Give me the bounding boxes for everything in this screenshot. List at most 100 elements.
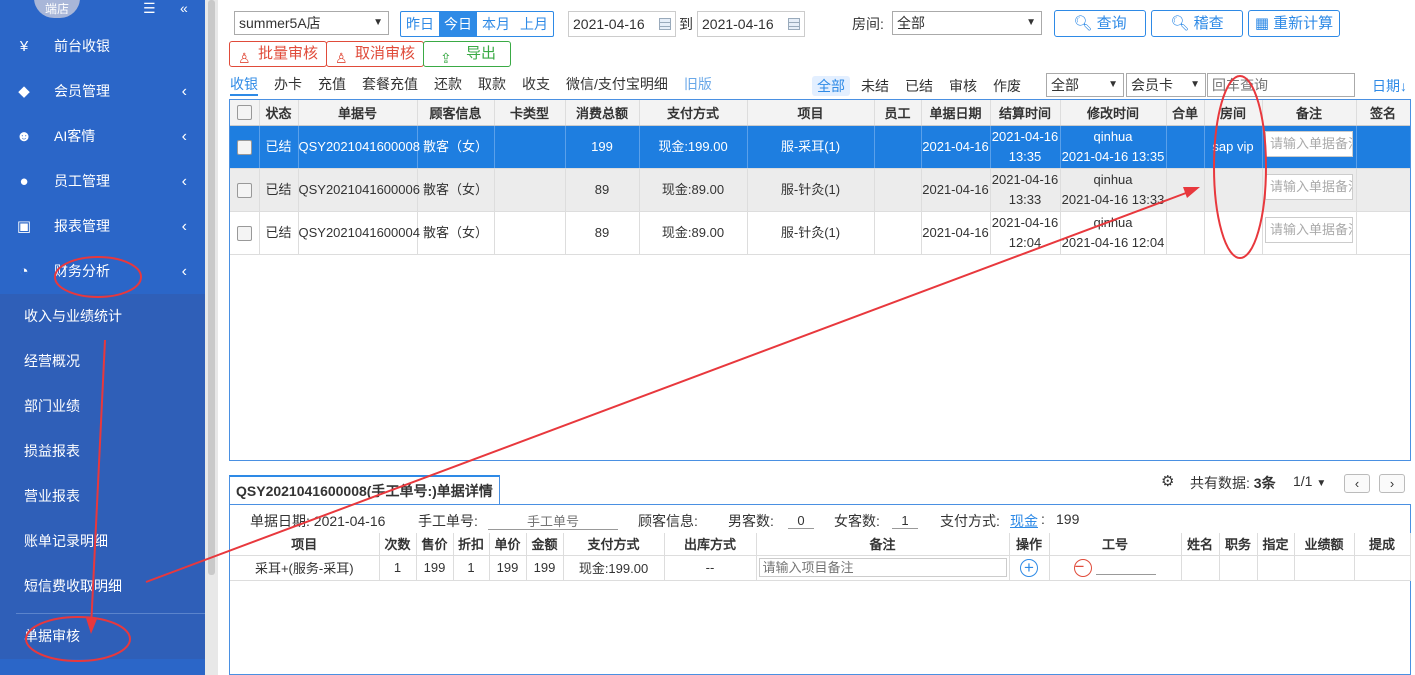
submenu-item[interactable]: 部门业绩 xyxy=(0,384,205,429)
submenu-item[interactable]: 经营概况 xyxy=(0,339,205,384)
modified-at: 2021-04-16 13:33 xyxy=(1061,191,1165,207)
calendar-icon[interactable] xyxy=(659,18,671,30)
detail-panel: 单据日期: 2021-04-16 手工单号: 顾客信息: 男客数: 0 女客数:… xyxy=(229,504,1411,675)
table-row[interactable]: 已结 QSY2021041600006 散客（女） 89 现金:89.00 服-针灸(1)… xyxy=(230,168,1410,212)
table-row[interactable]: 已结 QSY2021041600008 散客（女） 199 现金:199.00 服-采耳(… xyxy=(230,125,1410,169)
chevron-left-icon: ‹ xyxy=(181,83,187,100)
audit-button[interactable]: 🔍︎ 稽查 xyxy=(1151,10,1243,37)
sort-by-date-link[interactable]: 日期↓ xyxy=(1372,76,1407,96)
sidebar-item-2[interactable]: ☻ AI客情 ‹ xyxy=(0,114,205,159)
collapse-icon[interactable]: « xyxy=(180,0,188,16)
quick-range-button[interactable]: 昨日 xyxy=(401,12,439,36)
total-cell: 199 xyxy=(565,125,640,169)
status-select-value: 全部 xyxy=(1051,77,1079,93)
row-select-cell xyxy=(230,168,260,212)
sidebar-top: 端店 ☰ « xyxy=(0,0,205,24)
manual-no-input[interactable] xyxy=(488,513,618,530)
receipt-note-input[interactable]: 请输入单据备注 xyxy=(1265,130,1353,157)
quick-range-button[interactable]: 今日 xyxy=(439,12,477,36)
store-select[interactable]: summer5A店 ▼ xyxy=(234,11,389,35)
tab-record-type[interactable]: 充值 xyxy=(318,72,346,96)
prev-page-button[interactable]: ‹ xyxy=(1344,474,1370,493)
column-header: 卡类型 xyxy=(494,100,566,126)
select-all-checkbox[interactable] xyxy=(236,105,252,121)
staff-no-input[interactable] xyxy=(1095,561,1156,576)
search-button[interactable]: 🔍︎ 查询 xyxy=(1054,10,1146,37)
sidebar-item-3[interactable]: ● 员工管理 ‹ xyxy=(0,159,205,204)
filter-tab[interactable]: 审核 xyxy=(944,76,982,96)
submenu-item[interactable]: 账单记录明细 xyxy=(0,519,205,564)
sidebar-scrollbar[interactable] xyxy=(205,0,218,675)
detail-row[interactable]: 采耳+(服务-采耳) 1 199 1 199 199 现金:199.00 -- … xyxy=(230,555,1411,581)
row-checkbox[interactable] xyxy=(236,139,252,155)
row-checkbox[interactable] xyxy=(236,182,252,198)
export-button[interactable]: ⇪ 导出 xyxy=(423,41,512,67)
quick-range-button[interactable]: 上月 xyxy=(515,12,553,36)
page-select[interactable]: 1/1 ▼ xyxy=(1293,473,1326,489)
item-note-input[interactable] xyxy=(758,558,1007,577)
tab-record-type[interactable]: 办卡 xyxy=(274,72,302,96)
submenu-item[interactable]: 收入与业绩统计 xyxy=(0,294,205,339)
room-select[interactable]: 全部 ▼ xyxy=(892,11,1042,35)
detail-tab[interactable]: QSY2021041600008(手工单号:)单据详情 xyxy=(229,475,500,505)
sidebar-item-5[interactable]: ◔ 财务分析 ‹ xyxy=(0,249,205,294)
tab-record-type[interactable]: 收支 xyxy=(522,72,550,96)
cancel-audit-label: 取消审核 xyxy=(355,45,416,62)
card-type-cell xyxy=(494,211,566,255)
filter-tab[interactable]: 未结 xyxy=(856,76,894,96)
column-header: 签名 xyxy=(1356,100,1410,126)
receipt-note-input[interactable]: 请输入单据备注 xyxy=(1265,173,1353,200)
room-cell xyxy=(1204,168,1263,212)
gear-icon[interactable]: ⚙ xyxy=(1161,472,1174,490)
receipt-note-input[interactable]: 请输入单据备注 xyxy=(1265,216,1353,243)
filter-tab[interactable]: 作废 xyxy=(988,76,1026,96)
submenu-item[interactable]: 损益报表 xyxy=(0,429,205,474)
status-cell: 已结 xyxy=(259,125,299,169)
filter-tab[interactable]: 已结 xyxy=(900,76,938,96)
customer-cell: 散客（女） xyxy=(417,125,495,169)
search-input[interactable] xyxy=(1207,73,1355,97)
male-count-input[interactable]: 0 xyxy=(788,513,814,529)
submenu-item[interactable]: 短信费收取明细 xyxy=(0,564,205,609)
pay-method-label: 支付方式: xyxy=(940,513,1000,529)
old-version-link[interactable]: 旧版 xyxy=(684,72,712,96)
detail-column-header: 项目 xyxy=(230,533,380,556)
card-type-select[interactable]: 会员卡号▼ xyxy=(1126,73,1206,115)
quick-range-button[interactable]: 本月 xyxy=(477,12,515,36)
customer-info-label: 顾客信息: xyxy=(638,513,698,529)
tab-record-type[interactable]: 微信/支付宝明细 xyxy=(566,72,668,96)
pay-method-link[interactable]: 现金 xyxy=(1010,511,1038,531)
tab-record-type[interactable]: 还款 xyxy=(434,72,462,96)
status-select[interactable]: 全部 ▼ xyxy=(1046,73,1124,97)
submenu-item-receipt-audit[interactable]: 单据审核 xyxy=(0,614,205,659)
sidebar-scroll-thumb[interactable] xyxy=(208,0,215,575)
tab-record-type[interactable]: 收银 xyxy=(230,72,258,96)
add-staff-icon[interactable]: + xyxy=(1020,558,1038,577)
batch-audit-button[interactable]: ♙ 批量审核 xyxy=(229,41,328,67)
modified-at: 2021-04-16 13:35 xyxy=(1061,148,1165,164)
tab-record-type[interactable]: 套餐充值 xyxy=(362,72,418,96)
tab-record-type[interactable]: 取款 xyxy=(478,72,506,96)
filter-tab[interactable]: 全部 xyxy=(812,76,850,96)
chevron-down-icon: ▼ xyxy=(1190,79,1200,90)
date-from-input[interactable]: 2021-04-16 xyxy=(568,11,676,37)
submenu-item[interactable]: 营业报表 xyxy=(0,474,205,519)
sidebar-item-4[interactable]: ▣ 报表管理 ‹ xyxy=(0,204,205,249)
recalc-button[interactable]: ▦ 重新计算 xyxy=(1248,10,1340,37)
note-cell: 请输入单据备注 xyxy=(1262,168,1357,212)
date-to-input[interactable]: 2021-04-16 xyxy=(697,11,805,37)
settle-time-cell: 2021-04-16 13:35 xyxy=(990,125,1061,169)
next-page-button[interactable]: › xyxy=(1379,474,1405,493)
menu-toggle-icon[interactable]: ☰ xyxy=(143,0,156,17)
sidebar-item-0[interactable]: ¥ 前台收银 xyxy=(0,24,205,69)
row-checkbox[interactable] xyxy=(236,225,252,241)
store-badge[interactable]: 端店 xyxy=(34,0,80,18)
select-all-cell[interactable] xyxy=(230,100,260,126)
sidebar-item-label: 会员管理 xyxy=(54,83,110,99)
sidebar-item-1[interactable]: ◆ 会员管理 ‹ xyxy=(0,69,205,114)
female-count-input[interactable]: 1 xyxy=(892,513,918,529)
calendar-icon[interactable] xyxy=(788,18,800,30)
remove-staff-icon[interactable]: − xyxy=(1073,558,1092,577)
cancel-audit-button[interactable]: ♙ 取消审核 xyxy=(326,41,425,67)
table-row[interactable]: 已结 QSY2021041600004 散客（女） 89 现金:89.00 服-针灸(1)… xyxy=(230,211,1410,255)
